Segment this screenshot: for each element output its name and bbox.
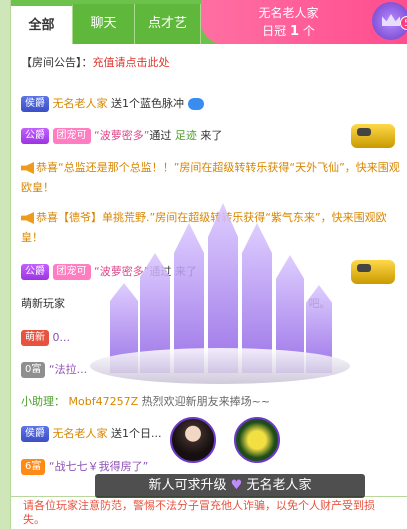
user-name[interactable]: 无名老人家	[53, 427, 108, 440]
list-item: 公爵 团宠可 “波萝密多”通过 足迹 来了	[21, 124, 401, 148]
avatar-group	[168, 417, 298, 475]
list-item: 恭喜“总监还是那个总监！！”房间在超级转转乐获得“天外飞仙”，快来围观欧皇！	[21, 161, 400, 194]
recharge-link[interactable]: 充值请点击此处	[93, 56, 170, 69]
car-icon	[351, 124, 395, 148]
upgrade-banner: 新人可求升级 ♥ 无名老人家	[95, 474, 365, 498]
gift-icon	[187, 98, 204, 110]
tab-all[interactable]: 全部	[11, 4, 73, 44]
tab-chat[interactable]: 聊天	[73, 4, 135, 44]
user-name[interactable]: “波萝密多”	[94, 129, 149, 142]
rank-badge: 侯爵	[21, 426, 49, 442]
rank-badge: 6富	[21, 459, 46, 475]
rank-badge: 侯爵	[21, 96, 49, 112]
rank-badge: 0富	[21, 362, 46, 378]
rank-badge: 萌新	[21, 330, 49, 346]
rank-badge: 公爵	[21, 128, 49, 144]
level-badge: 5	[400, 16, 407, 30]
tab-talent[interactable]: 点才艺	[135, 4, 201, 44]
speaker-icon	[21, 212, 34, 224]
group-badge: 团宠可	[52, 128, 91, 144]
top-rank-text: 日冠 1 个	[262, 24, 315, 39]
user-name[interactable]: 无名老人家	[53, 97, 108, 110]
safety-hint: 请各位玩家注意防范，警惕不法分子冒充他人诈骗，以免个人财产受到损失。	[11, 496, 407, 529]
avatar[interactable]	[234, 417, 280, 463]
top-rank-name: 无名老人家	[258, 6, 319, 20]
top-rank-banner[interactable]: 无名老人家 日冠 1 个 5	[201, 0, 407, 44]
crown-effect-overlay	[70, 203, 370, 418]
speaker-icon	[21, 162, 34, 174]
avatar[interactable]	[170, 417, 216, 463]
rank-badge: 公爵	[21, 264, 49, 280]
room-notice: 【房间公告】：充值请点击此处	[21, 56, 170, 69]
list-item: 侯爵 无名老人家 送1个蓝色脉冲	[21, 94, 401, 114]
